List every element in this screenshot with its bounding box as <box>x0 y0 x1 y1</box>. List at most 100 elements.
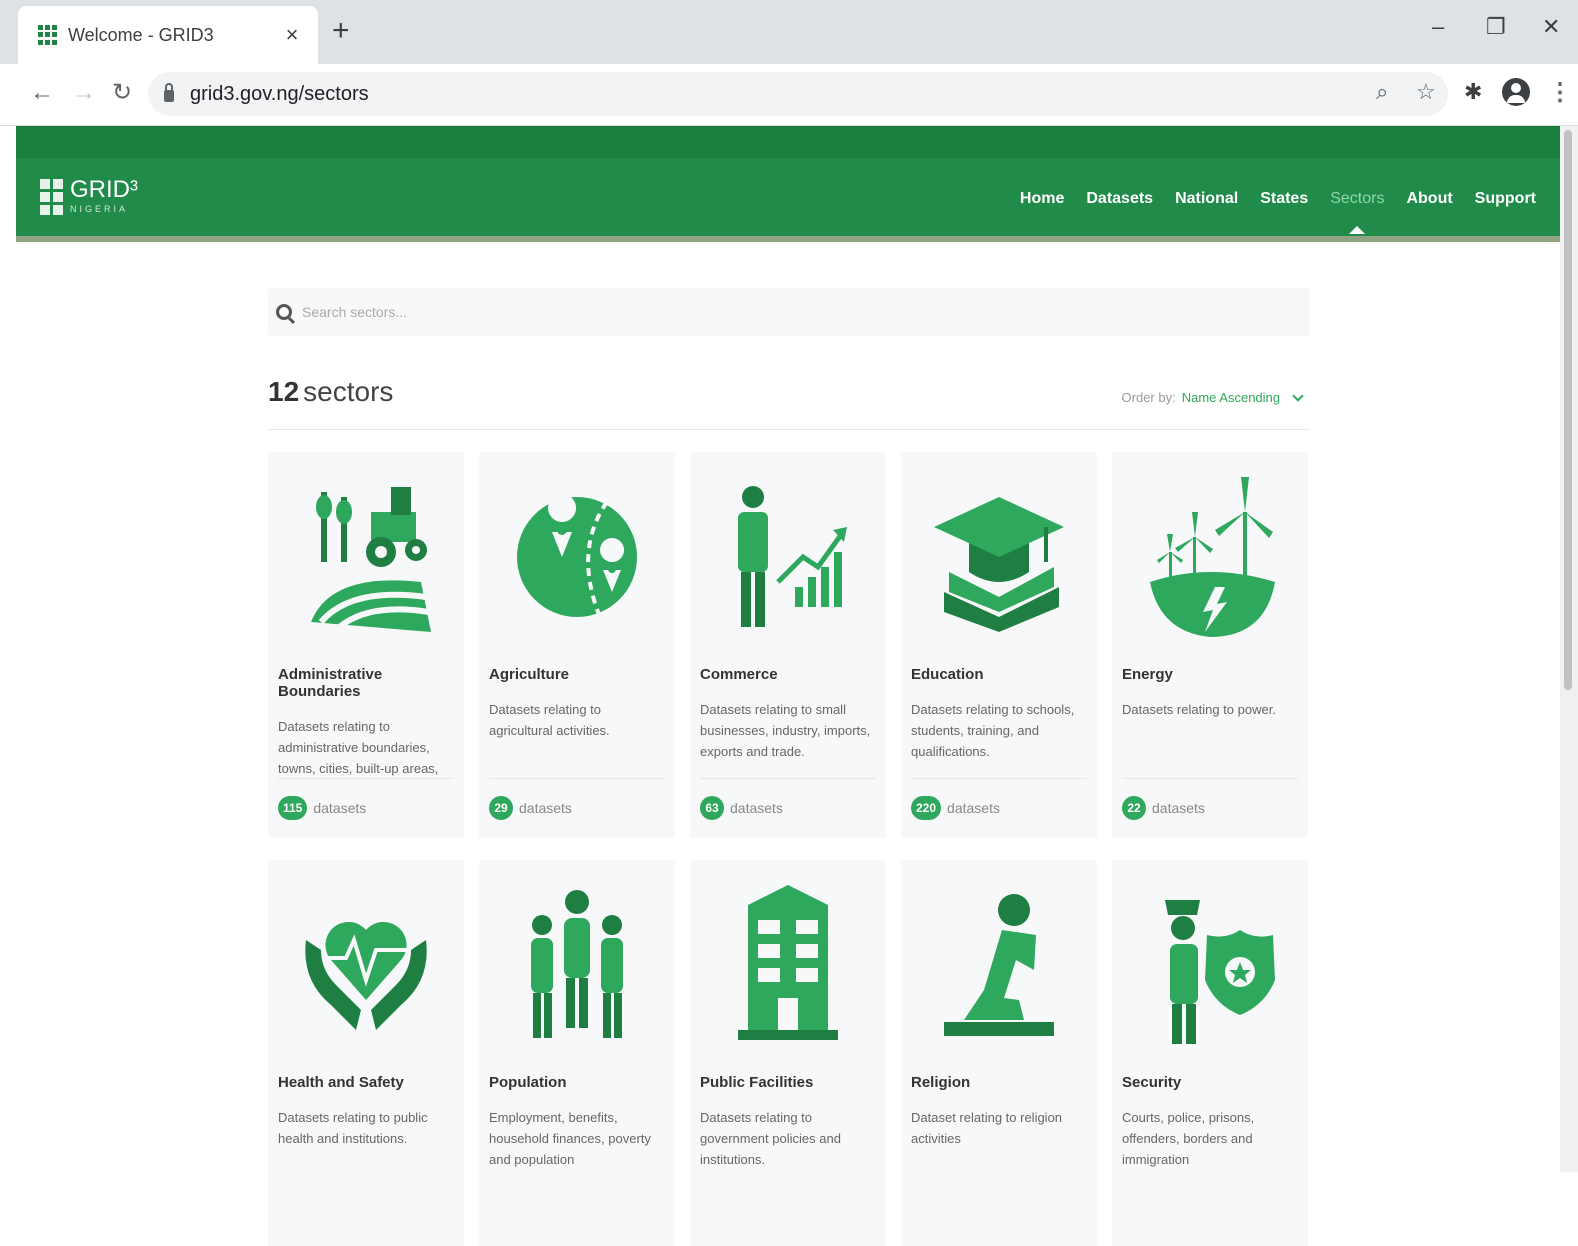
sector-card[interactable]: Religion Dataset relating to religion ac… <box>901 860 1097 1246</box>
search-icon <box>276 304 292 320</box>
sector-description: Datasets relating to administrative boun… <box>278 719 439 776</box>
page-scrollbar[interactable] <box>1560 126 1578 1172</box>
nav-sectors[interactable]: Sectors <box>1330 190 1384 234</box>
sector-title[interactable]: Health and Safety <box>278 1074 454 1091</box>
grid-favicon-icon <box>38 25 58 45</box>
sector-card[interactable]: Public Facilities Datasets relating to g… <box>690 860 886 1246</box>
back-icon[interactable]: ← <box>30 78 54 108</box>
card-divider <box>489 778 665 779</box>
minimize-icon[interactable]: – <box>1432 14 1444 40</box>
dataset-count-badge: 220 <box>911 796 942 820</box>
nav-states[interactable]: States <box>1260 190 1308 208</box>
nav-home[interactable]: Home <box>1020 190 1064 208</box>
sector-description: Datasets relating to small businesses, i… <box>700 702 871 759</box>
browser-tab[interactable]: Welcome - GRID3 × <box>18 6 318 64</box>
card-divider <box>700 778 876 779</box>
heart-hands-icon <box>278 860 454 1070</box>
sector-card[interactable]: Agriculture Datasets relating to agricul… <box>479 452 675 838</box>
sector-title[interactable]: Religion <box>911 1074 1087 1091</box>
people-group-icon <box>489 860 665 1070</box>
logo-mark-icon <box>40 179 64 215</box>
close-window-icon[interactable]: ✕ <box>1542 14 1560 40</box>
zoom-icon[interactable]: ⌕ <box>1376 80 1388 104</box>
new-tab-icon[interactable]: + <box>332 16 350 46</box>
nav-datasets[interactable]: Datasets <box>1086 190 1153 208</box>
restore-icon[interactable]: ❐ <box>1486 14 1506 40</box>
sector-description: Datasets relating to schools, students, … <box>911 702 1075 759</box>
sector-card[interactable]: Administrative Boundaries Datasets relat… <box>268 452 464 838</box>
logo-text: GRID³ <box>70 176 138 203</box>
scrollbar-thumb[interactable] <box>1564 130 1572 690</box>
dataset-count-badge: 115 <box>278 796 308 820</box>
dataset-count-badge: 29 <box>489 796 513 820</box>
profile-icon[interactable] <box>1502 78 1530 106</box>
order-by-label: Order by: <box>1121 390 1176 405</box>
address-bar[interactable]: grid3.gov.ng/sectors <box>148 72 1448 116</box>
order-by-select[interactable]: Order by: Name Ascending <box>1121 389 1304 405</box>
praying-person-icon <box>911 860 1087 1070</box>
farm-tractor-icon <box>278 452 454 662</box>
dataset-count: 220 datasets <box>911 796 1000 820</box>
nav-about[interactable]: About <box>1406 190 1452 208</box>
sector-title[interactable]: Security <box>1122 1074 1298 1091</box>
browser-tab-bar: Welcome - GRID3 × + – ❐ ✕ <box>0 0 1578 64</box>
url-text: grid3.gov.ng/sectors <box>190 82 369 105</box>
dataset-count: 63 datasets <box>700 796 783 820</box>
dataset-count-label: datasets <box>313 800 367 816</box>
dataset-count: 22 datasets <box>1122 796 1205 820</box>
nav-support[interactable]: Support <box>1475 190 1536 208</box>
sector-card[interactable]: Security Courts, police, prisons, offend… <box>1112 860 1308 1246</box>
order-by-value: Name Ascending <box>1181 390 1280 405</box>
logo-subtitle: NIGERIA <box>70 204 129 214</box>
nav-national[interactable]: National <box>1175 190 1238 208</box>
site-logo[interactable]: GRID³ NIGERIA <box>40 176 138 215</box>
dataset-count-label: datasets <box>519 800 572 816</box>
sector-grid: Administrative Boundaries Datasets relat… <box>268 452 1314 1246</box>
search-input[interactable] <box>302 304 1102 320</box>
sector-title[interactable]: Population <box>489 1074 665 1091</box>
sector-card[interactable]: Health and Safety Datasets relating to p… <box>268 860 464 1246</box>
graduation-cap-book-icon <box>911 452 1087 662</box>
reload-icon[interactable]: ↻ <box>112 78 132 108</box>
sector-description: Datasets relating to government policies… <box>700 1110 841 1167</box>
sector-card[interactable]: Education Datasets relating to schools, … <box>901 452 1097 838</box>
sector-description: Courts, police, prisons, offenders, bord… <box>1122 1110 1255 1167</box>
extensions-icon[interactable]: ✱ <box>1464 80 1482 104</box>
dataset-count-label: datasets <box>730 800 783 816</box>
sector-title[interactable]: Agriculture <box>489 666 665 683</box>
card-divider <box>278 778 454 779</box>
tab-close-icon[interactable]: × <box>280 22 304 48</box>
sector-description: Datasets relating to power. <box>1122 702 1276 717</box>
menu-icon[interactable]: ⋮ <box>1548 78 1572 107</box>
sector-description: Employment, benefits, household finances… <box>489 1110 651 1167</box>
sector-description: Datasets relating to public health and i… <box>278 1110 428 1146</box>
wind-turbine-icon <box>1122 452 1298 662</box>
map-pin-globe-icon <box>489 452 665 662</box>
sector-card[interactable]: Energy Datasets relating to power. 22 da… <box>1112 452 1308 838</box>
sector-title[interactable]: Commerce <box>700 666 876 683</box>
card-divider <box>1122 778 1298 779</box>
dataset-count: 29 datasets <box>489 796 572 820</box>
main-nav: Home Datasets National States Sectors Ab… <box>1020 190 1536 234</box>
chevron-down-icon <box>1292 389 1304 402</box>
header-bottom-strip <box>16 236 1560 242</box>
businessman-chart-icon <box>700 452 876 662</box>
dataset-count: 115 datasets <box>278 796 366 820</box>
tab-title: Welcome - GRID3 <box>68 24 214 45</box>
browser-toolbar: ← → ↻ grid3.gov.ng/sectors ⌕ ☆ ✱ ⋮ <box>0 64 1578 126</box>
dataset-count-label: datasets <box>947 800 1000 816</box>
sector-title[interactable]: Administrative Boundaries <box>278 666 454 700</box>
sector-title[interactable]: Education <box>911 666 1087 683</box>
card-divider <box>911 778 1087 779</box>
sector-count-label: sectors <box>303 376 394 407</box>
sector-count: 12 <box>268 376 300 407</box>
forward-icon[interactable]: → <box>72 78 96 108</box>
sector-card[interactable]: Population Employment, benefits, househo… <box>479 860 675 1246</box>
dataset-count-label: datasets <box>1152 800 1205 816</box>
sector-title[interactable]: Public Facilities <box>700 1074 876 1091</box>
building-icon <box>700 860 876 1070</box>
sector-title[interactable]: Energy <box>1122 666 1298 683</box>
site-header: GRID³ NIGERIA Home Datasets National Sta… <box>16 126 1560 242</box>
sector-card[interactable]: Commerce Datasets relating to small busi… <box>690 452 886 838</box>
star-icon[interactable]: ☆ <box>1416 80 1436 104</box>
